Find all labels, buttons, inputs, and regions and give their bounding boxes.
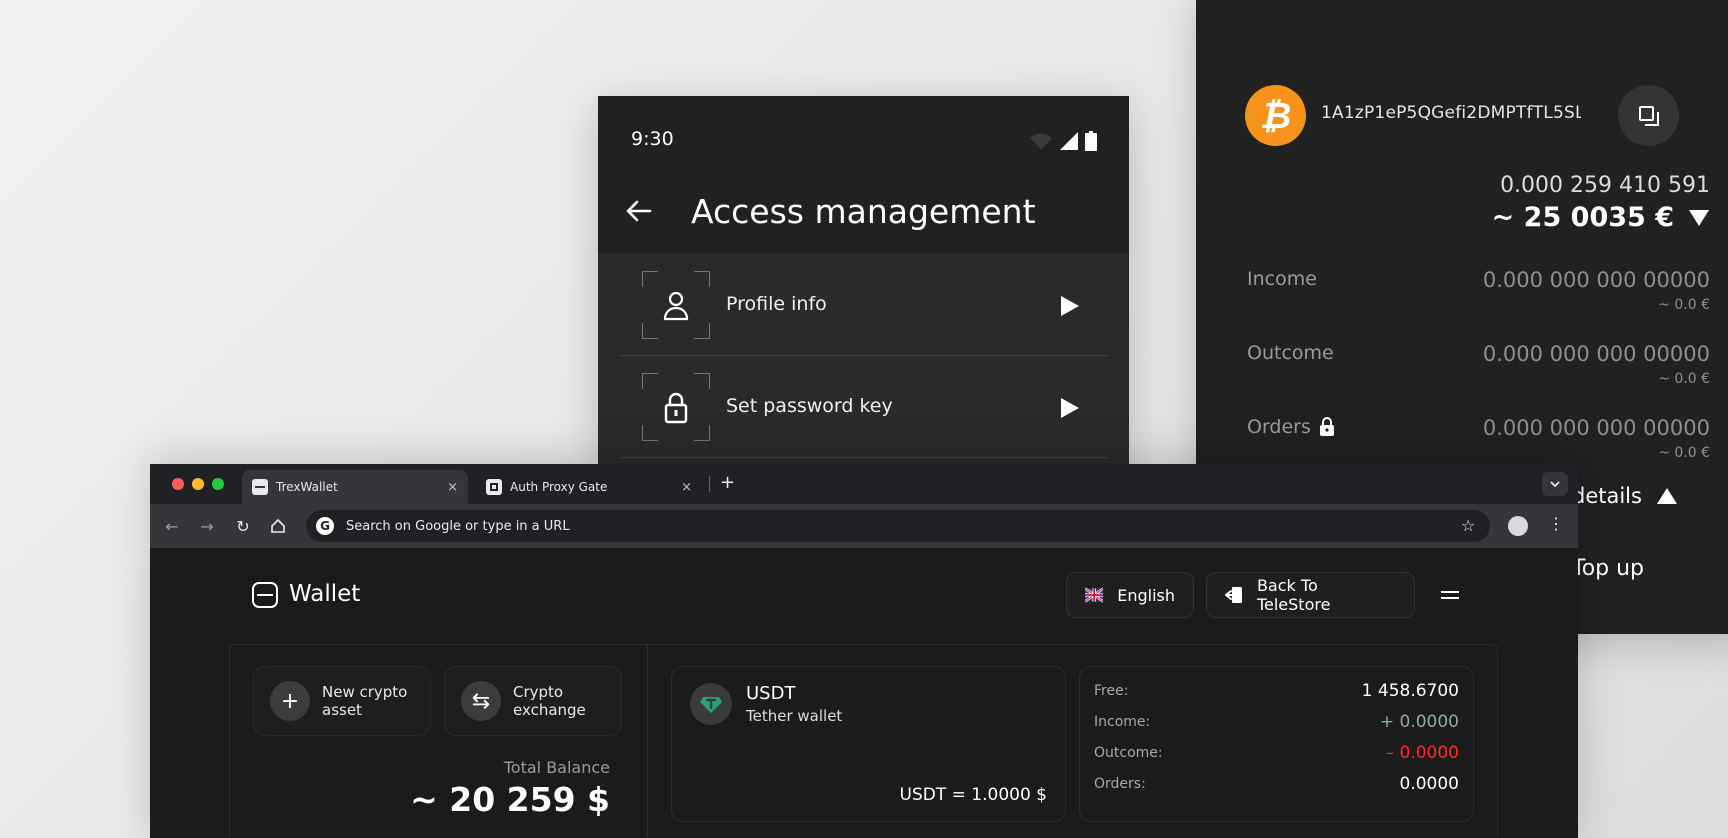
- outcome-fiat: ~ 0.0 €: [1658, 371, 1710, 387]
- outcome-label: Outcome:: [1094, 745, 1163, 761]
- back-to-telestore-label: Back To TeleStore: [1256, 576, 1331, 614]
- reload-icon[interactable]: ↻: [233, 516, 253, 536]
- income-label: Income: [1247, 268, 1317, 290]
- menu-item-label: Profile info: [726, 293, 827, 315]
- orders-value: 0.0000: [1399, 774, 1459, 794]
- crypto-amount: 0.000 259 410 591: [1500, 173, 1710, 198]
- income-fiat: ~ 0.0 €: [1658, 297, 1710, 313]
- language-label: English: [1117, 585, 1175, 605]
- battery-icon: [1085, 131, 1097, 151]
- asset-symbol: USDT: [746, 683, 796, 704]
- outcome-label: Outcome: [1247, 342, 1334, 364]
- user-icon: [663, 291, 689, 321]
- income-label: Income:: [1094, 714, 1151, 730]
- browser-window: TrexWallet × Auth Proxy Gate × + ← → ↻ G…: [150, 464, 1578, 838]
- tab-separator: [709, 476, 710, 492]
- language-selector[interactable]: English: [1066, 572, 1194, 618]
- close-tab-icon[interactable]: ×: [681, 480, 692, 495]
- brand-name: Wallet: [289, 581, 361, 607]
- tab-search-button[interactable]: [1542, 472, 1568, 496]
- play-arrow-icon: [1061, 398, 1079, 418]
- action-label: New crypto asset: [322, 683, 408, 719]
- fiat-amount[interactable]: ~ 25 0035 €: [1492, 202, 1710, 233]
- tab-title: TrexWallet: [276, 480, 338, 494]
- copy-address-button[interactable]: [1618, 85, 1679, 146]
- trexwallet-favicon-icon: [252, 479, 268, 495]
- maximize-window-icon[interactable]: [212, 478, 224, 490]
- lock-icon: [1319, 417, 1334, 436]
- status-icons: [1029, 131, 1097, 151]
- google-icon: G: [316, 517, 334, 535]
- minimize-window-icon[interactable]: [192, 478, 204, 490]
- close-tab-icon[interactable]: ×: [447, 480, 458, 495]
- back-to-telestore-button[interactable]: Back To TeleStore: [1206, 572, 1415, 618]
- panel-divider: [647, 644, 648, 838]
- tab-auth-proxy-gate[interactable]: Auth Proxy Gate ×: [476, 470, 702, 504]
- browser-menu-icon[interactable]: ⋮: [1548, 514, 1564, 533]
- wallet-address: 1A1zP1eP5QGefi2DMPTfTL5SLm...: [1321, 103, 1581, 123]
- asset-name: Tether wallet: [746, 707, 843, 725]
- menu-item-set-password-key[interactable]: Set password key: [620, 357, 1108, 458]
- chevron-down-icon: [1550, 481, 1560, 488]
- asset-stats-card: Free: 1 458.6700 Income: + 0.0000 Outcom…: [1079, 666, 1474, 822]
- exit-icon: [1225, 587, 1242, 603]
- new-tab-button[interactable]: +: [720, 472, 735, 493]
- orders-label-group: Orders: [1247, 416, 1335, 438]
- back-arrow-icon[interactable]: [624, 196, 654, 226]
- address-bar-placeholder: Search on Google or type in a URL: [346, 518, 570, 534]
- page-title: Access management: [691, 192, 1036, 231]
- address-bar[interactable]: G Search on Google or type in a URL: [306, 510, 1490, 542]
- hamburger-menu-icon[interactable]: [1441, 588, 1459, 602]
- dropdown-triangle-icon[interactable]: [1688, 209, 1710, 227]
- total-balance-label: Total Balance: [503, 758, 610, 777]
- copy-icon: [1638, 105, 1659, 126]
- bitcoin-icon: ₿: [1245, 85, 1306, 146]
- tab-trexwallet[interactable]: TrexWallet ×: [242, 470, 468, 504]
- action-label: Crypto exchange: [513, 683, 586, 719]
- plus-icon: +: [270, 681, 310, 721]
- home-icon[interactable]: [268, 516, 288, 536]
- profile-avatar[interactable]: [1508, 516, 1528, 536]
- chevron-up-icon: [1656, 488, 1677, 504]
- play-arrow-icon: [1061, 296, 1079, 316]
- details-label: details: [1572, 484, 1642, 508]
- forward-icon[interactable]: →: [197, 516, 217, 536]
- asset-rate: USDT = 1.0000 $: [899, 785, 1047, 805]
- auth-proxy-favicon-icon: [486, 479, 502, 495]
- back-icon[interactable]: ←: [162, 516, 182, 536]
- wallet-page: Wallet English Back To TeleStore + New c…: [150, 548, 1578, 838]
- signal-icon: [1060, 132, 1078, 150]
- free-label: Free:: [1094, 683, 1129, 699]
- top-up-button[interactable]: Top up: [1572, 556, 1644, 581]
- menu-item-label: Set password key: [726, 395, 893, 417]
- tether-icon: [690, 683, 732, 725]
- wallet-logo-icon: [252, 582, 278, 608]
- orders-label: Orders: [1247, 416, 1311, 438]
- outcome-value: 0.000 000 000 00000: [1482, 342, 1710, 366]
- free-value: 1 458.6700: [1361, 681, 1459, 701]
- income-value: + 0.0000: [1379, 712, 1459, 732]
- uk-flag-icon: [1085, 587, 1104, 603]
- new-crypto-asset-button[interactable]: + New crypto asset: [253, 666, 431, 736]
- bookmark-star-icon[interactable]: ☆: [1461, 516, 1475, 535]
- details-toggle[interactable]: details: [1572, 484, 1678, 508]
- asset-card[interactable]: USDT Tether wallet USDT = 1.0000 $: [671, 666, 1066, 822]
- orders-value: 0.000 000 000 00000: [1482, 416, 1710, 440]
- orders-label: Orders:: [1094, 776, 1146, 792]
- tab-title: Auth Proxy Gate: [510, 480, 608, 494]
- crypto-exchange-button[interactable]: ⇆ Crypto exchange: [444, 666, 622, 736]
- orders-fiat: ~ 0.0 €: [1658, 445, 1710, 461]
- total-balance-value: ~ 20 259 $: [410, 780, 610, 819]
- menu-item-profile-info[interactable]: Profile info: [620, 255, 1108, 356]
- lock-icon: [664, 392, 688, 424]
- outcome-value: – 0.0000: [1385, 743, 1459, 763]
- status-time: 9:30: [631, 128, 674, 150]
- phone-screen: 9:30 Access management Profile info Set …: [598, 96, 1129, 476]
- exchange-icon: ⇆: [461, 681, 501, 721]
- wifi-icon: [1030, 133, 1052, 150]
- fiat-amount-value: ~ 25 0035 €: [1491, 202, 1674, 233]
- close-window-icon[interactable]: [172, 478, 184, 490]
- income-value: 0.000 000 000 00000: [1482, 268, 1710, 292]
